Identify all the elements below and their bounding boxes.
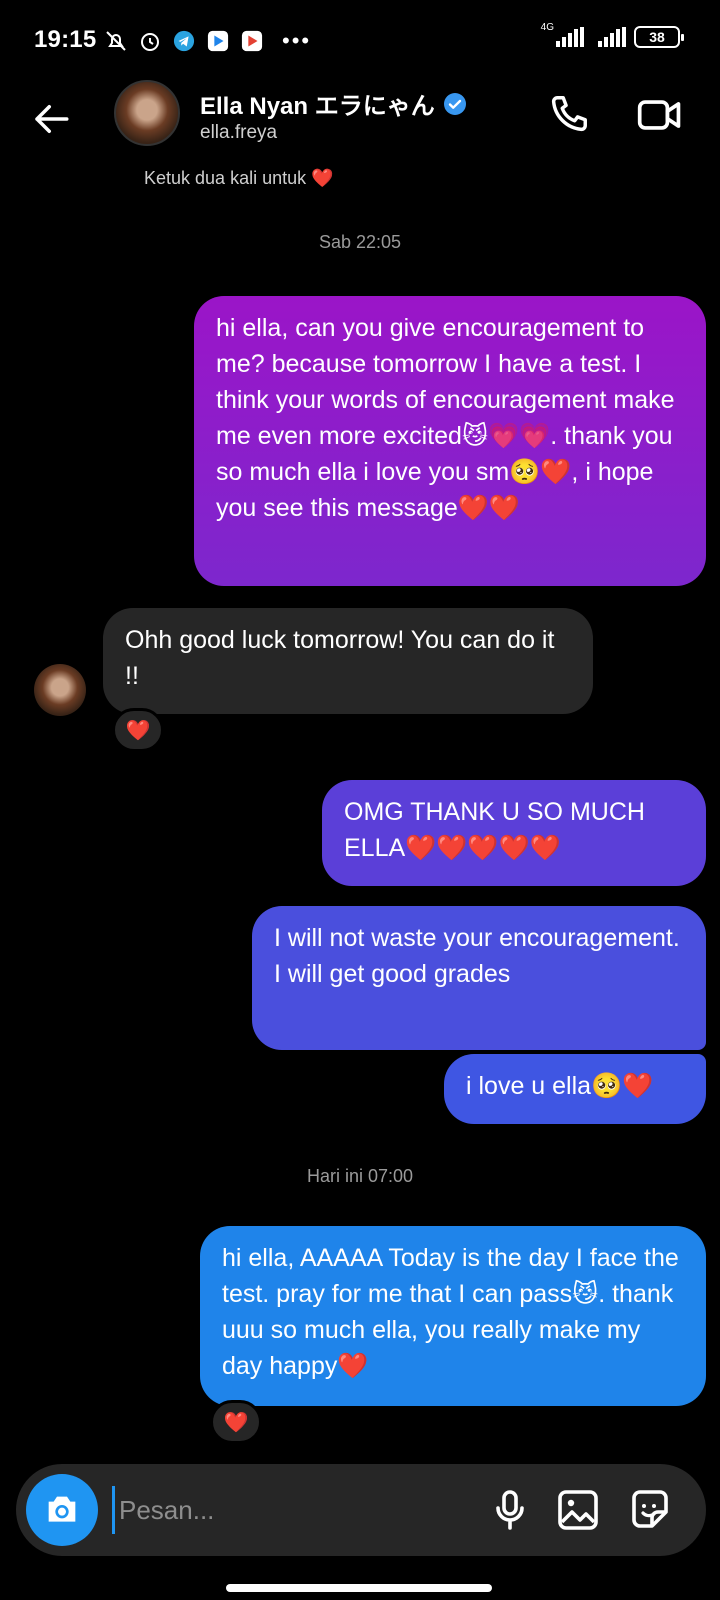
gallery-button[interactable] bbox=[554, 1486, 602, 1534]
voice-message-button[interactable] bbox=[486, 1486, 534, 1534]
message-outgoing[interactable]: I will not waste your encouragement. I w… bbox=[252, 906, 706, 1050]
more-notifications-icon: ••• bbox=[282, 28, 312, 53]
back-button[interactable] bbox=[26, 94, 76, 144]
status-notification-icons: ••• bbox=[104, 26, 311, 56]
voice-call-button[interactable] bbox=[545, 92, 591, 138]
signal-icon bbox=[556, 27, 584, 47]
status-bar: 19:15 ••• 4G 38 bbox=[0, 0, 720, 80]
signal-icon bbox=[598, 27, 626, 47]
timestamp: Sab 22:05 bbox=[318, 232, 402, 252]
video-call-button[interactable] bbox=[636, 92, 684, 138]
video-camera-icon bbox=[637, 100, 681, 130]
sticker-button[interactable] bbox=[626, 1486, 674, 1534]
message-composer bbox=[16, 1464, 706, 1556]
verified-badge-icon bbox=[443, 92, 466, 115]
message-outgoing[interactable]: i love u ella🥺❤️ bbox=[444, 1054, 706, 1124]
contact-username: ella.freya bbox=[200, 122, 278, 143]
telegram-icon bbox=[172, 29, 196, 53]
sticker-icon bbox=[632, 1490, 668, 1528]
message-outgoing[interactable]: hi ella, can you give encouragement to m… bbox=[194, 296, 706, 586]
sender-avatar[interactable] bbox=[34, 664, 86, 716]
phone-icon bbox=[551, 96, 587, 132]
message-input[interactable] bbox=[112, 1486, 452, 1534]
heart-reaction[interactable]: ❤️ bbox=[210, 1400, 262, 1444]
message-outgoing[interactable]: hi ella, AAAAA Today is the day I face t… bbox=[200, 1226, 706, 1406]
image-icon bbox=[558, 1490, 598, 1530]
camera-button[interactable] bbox=[26, 1474, 98, 1546]
play-store-icon bbox=[240, 29, 264, 53]
contact-name: Ella Nyan エラにゃん bbox=[200, 93, 435, 120]
play-store-icon bbox=[206, 29, 230, 53]
message-outgoing[interactable]: OMG THANK U SO MUCH ELLA❤️❤️❤️❤️❤️ bbox=[322, 780, 706, 886]
alarm-icon bbox=[138, 29, 162, 53]
network-type: 4G bbox=[540, 21, 554, 33]
double-tap-hint: Ketuk dua kali untuk ❤️ bbox=[144, 168, 334, 188]
arrow-left-icon bbox=[35, 105, 69, 133]
home-indicator[interactable] bbox=[226, 1584, 492, 1592]
heart-reaction[interactable]: ❤️ bbox=[112, 708, 164, 752]
status-time: 19:15 bbox=[34, 26, 97, 53]
camera-icon bbox=[48, 1496, 76, 1522]
contact-avatar[interactable] bbox=[114, 80, 180, 146]
battery-icon: 38 bbox=[634, 26, 684, 48]
timestamp: Hari ini 07:00 bbox=[306, 1166, 414, 1186]
chat-header: Ella Nyan エラにゃん ella.freya bbox=[0, 80, 720, 170]
microphone-icon bbox=[496, 1490, 524, 1530]
contact-name-row[interactable]: Ella Nyan エラにゃん bbox=[200, 86, 467, 121]
message-incoming[interactable]: Ohh good luck tomorrow! You can do it !! bbox=[103, 608, 593, 714]
mute-icon bbox=[104, 29, 128, 53]
status-system-icons: 4G 38 bbox=[541, 22, 684, 48]
